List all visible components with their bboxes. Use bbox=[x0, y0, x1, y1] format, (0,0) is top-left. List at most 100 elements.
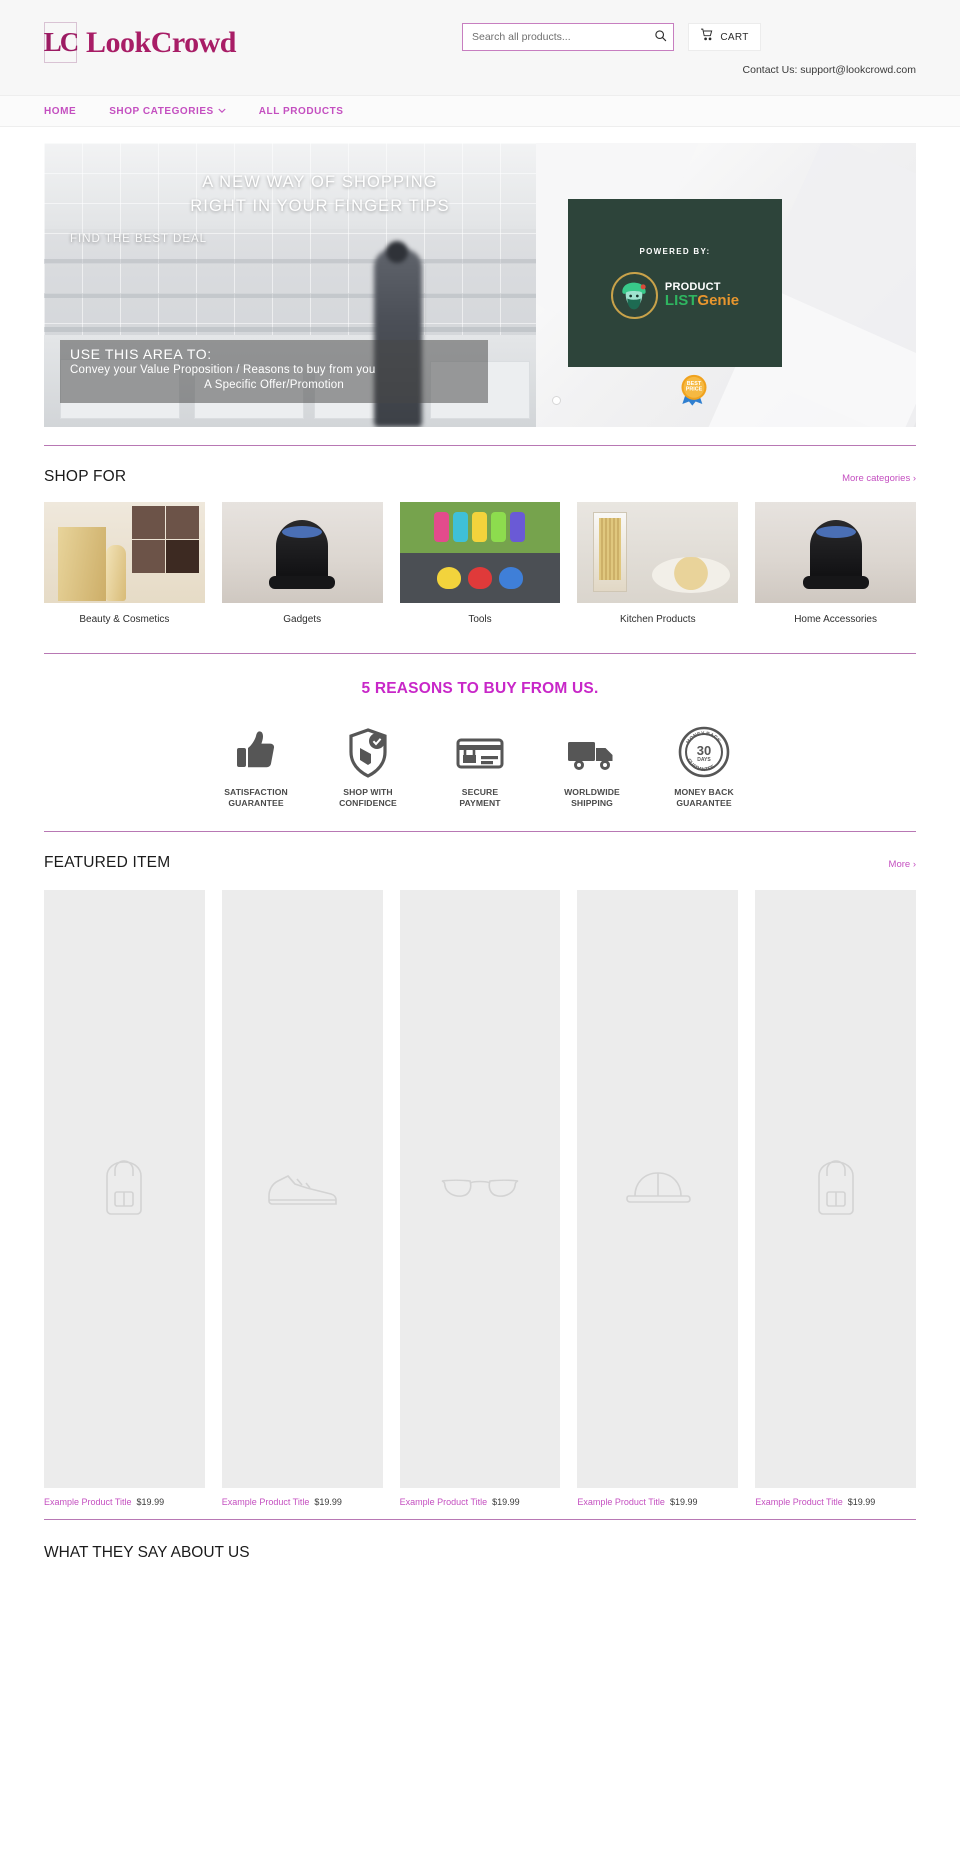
shield-check-icon bbox=[325, 722, 411, 778]
powered-by-card: POWERED BY: PRODUCT LISTGenie bbox=[568, 199, 782, 367]
trust-badges: SATISFACTION GUARANTEE SHOP WITH CONFIDENC… bbox=[44, 722, 916, 809]
best-price-badge-icon: BEST PRICE bbox=[674, 369, 714, 409]
product-card[interactable]: Example Product Title $19.99 bbox=[755, 890, 916, 1507]
chevron-down-icon bbox=[218, 107, 226, 116]
shelf-line bbox=[44, 293, 536, 298]
badge-label: SATISFACTION GUARANTEE bbox=[224, 787, 288, 808]
product-title: Example Product Title bbox=[577, 1497, 665, 1507]
search-button[interactable] bbox=[647, 24, 673, 50]
category-card-gadgets[interactable]: Gadgets bbox=[221, 502, 383, 625]
cap-icon bbox=[623, 1164, 693, 1215]
thumbs-up-icon bbox=[213, 722, 299, 778]
category-label: Kitchen Products bbox=[619, 614, 696, 625]
divider bbox=[44, 653, 916, 654]
badge-label: WORLDWIDE SHIPPING bbox=[564, 787, 620, 808]
product-image-placeholder bbox=[44, 890, 205, 1488]
glasses-icon bbox=[438, 1169, 522, 1210]
tools-product-art bbox=[399, 502, 561, 603]
svg-text:DAYS: DAYS bbox=[697, 757, 711, 763]
trust-badge-satisfaction-guarantee: SATISFACTION GUARANTEE bbox=[213, 722, 299, 809]
trust-badge-money-back-guarantee: MONEY BACK 30 DAYS GUARANTEE MONEY BACK G… bbox=[661, 722, 747, 809]
genie-logo-icon bbox=[610, 272, 658, 319]
product-card[interactable]: Example Product Title $19.99 bbox=[44, 890, 205, 1507]
more-categories-link[interactable]: More categories › bbox=[842, 473, 916, 484]
divider bbox=[44, 1519, 916, 1520]
logo[interactable]: LC LookCrowd bbox=[44, 22, 236, 63]
category-grid: Beauty & Cosmetics Gadgets Tools Kitchen… bbox=[44, 502, 916, 625]
nav-label: ALL PRODUCTS bbox=[258, 105, 344, 117]
main-navigation: HOME SHOP CATEGORIES ALL PRODUCTS bbox=[0, 96, 960, 127]
svg-text:PRICE: PRICE bbox=[686, 387, 703, 393]
product-image-placeholder bbox=[221, 890, 383, 1488]
powered-by-label: POWERED BY: bbox=[639, 247, 711, 256]
category-image bbox=[44, 502, 205, 603]
product-card[interactable]: Example Product Title $19.99 bbox=[221, 890, 383, 1507]
money-back-seal-icon: MONEY BACK 30 DAYS GUARANTEE bbox=[661, 722, 747, 778]
trust-badge-shop-with-confidence: SHOP WITH CONFIDENCE bbox=[325, 722, 411, 809]
more-featured-link[interactable]: More › bbox=[889, 859, 916, 870]
divider bbox=[44, 831, 916, 832]
product-meta: Example Product Title $19.99 bbox=[44, 1497, 205, 1507]
category-image bbox=[399, 502, 561, 603]
hero-banner[interactable]: A NEW WAY OF SHOPPING RIGHT IN YOUR FING… bbox=[44, 143, 916, 427]
category-label: Tools bbox=[468, 614, 492, 625]
search-box[interactable] bbox=[462, 23, 674, 51]
badge-label: MONEY BACK GUARANTEE bbox=[674, 787, 734, 808]
svg-text:30: 30 bbox=[697, 743, 711, 758]
shop-for-header: SHOP FOR More categories › bbox=[44, 468, 916, 486]
product-price: $19.99 bbox=[136, 1497, 165, 1507]
hero-headline-line1: A NEW WAY OF SHOPPING bbox=[202, 173, 438, 191]
category-label: Beauty & Cosmetics bbox=[79, 614, 170, 625]
kitchen-product-art bbox=[577, 502, 739, 603]
hero-value-proposition: USE THIS AREA TO: Convey your Value Prop… bbox=[60, 339, 488, 403]
search-icon bbox=[654, 29, 667, 45]
sneaker-icon bbox=[265, 1162, 339, 1217]
backpack-icon bbox=[805, 1154, 867, 1225]
site-header: LC LookCrowd CART Contact Us: support@lo… bbox=[0, 0, 960, 96]
category-card-home-accessories[interactable]: Home Accessories bbox=[755, 502, 916, 625]
badge-label: SECURE PAYMENT bbox=[459, 787, 501, 808]
product-card[interactable]: Example Product Title $19.99 bbox=[399, 890, 561, 1507]
featured-title: FEATURED ITEM bbox=[44, 854, 171, 871]
logo-monogram: LC bbox=[44, 22, 79, 63]
category-label: Gadgets bbox=[283, 614, 322, 625]
product-meta: Example Product Title $19.99 bbox=[400, 1497, 561, 1507]
cart-icon bbox=[700, 28, 714, 46]
nav-item-home[interactable]: HOME bbox=[44, 106, 76, 117]
reasons-section: 5 REASONS TO BUY FROM US. SATISFACTION GU… bbox=[44, 680, 916, 809]
hero-cta-line1: USE THIS AREA TO: bbox=[70, 345, 212, 362]
contact-info: Contact Us: support@lookcrowd.com bbox=[742, 64, 916, 76]
nav-item-all-products[interactable]: ALL PRODUCTS bbox=[259, 106, 344, 117]
category-card-beauty-cosmetics[interactable]: Beauty & Cosmetics bbox=[44, 502, 205, 625]
search-input[interactable] bbox=[463, 24, 647, 50]
category-image bbox=[221, 502, 383, 603]
category-card-kitchen-products[interactable]: Kitchen Products bbox=[577, 502, 739, 625]
hero-cta-line3: A Specific Offer/Promotion bbox=[204, 379, 344, 392]
cart-label: CART bbox=[720, 31, 749, 43]
featured-header: FEATURED ITEM More › bbox=[44, 854, 916, 872]
badge-label: SHOP WITH CONFIDENCE bbox=[339, 787, 397, 808]
product-title: Example Product Title bbox=[755, 1497, 843, 1507]
genie-wordmark: PRODUCT LISTGenie bbox=[665, 282, 739, 309]
category-card-tools[interactable]: Tools bbox=[399, 502, 561, 625]
carousel-dot[interactable] bbox=[552, 396, 561, 405]
product-image-placeholder bbox=[577, 890, 739, 1488]
hero-powered-panel: POWERED BY: PRODUCT LISTGenie BEST PRICE bbox=[536, 143, 916, 427]
shop-for-title: SHOP FOR bbox=[44, 468, 127, 485]
shelf-line bbox=[44, 327, 536, 332]
product-card[interactable]: Example Product Title $19.99 bbox=[577, 890, 739, 1507]
cart-button[interactable]: CART bbox=[688, 23, 761, 51]
product-price: $19.99 bbox=[847, 1497, 876, 1507]
product-title: Example Product Title bbox=[44, 1497, 132, 1507]
secure-card-icon bbox=[437, 722, 523, 778]
nav-label: SHOP CATEGORIES bbox=[109, 105, 214, 117]
hero-cta-line2: Convey your Value Proposition / Reasons … bbox=[70, 363, 376, 376]
beauty-product-art bbox=[44, 502, 205, 603]
product-meta: Example Product Title $19.99 bbox=[222, 1497, 383, 1507]
nav-item-shop-categories[interactable]: SHOP CATEGORIES bbox=[109, 106, 226, 117]
genie-brand: PRODUCT LISTGenie bbox=[610, 272, 739, 319]
hero-headline-line2: RIGHT IN YOUR FINGER TIPS bbox=[190, 196, 450, 215]
hero-subline: FIND THE BEST DEAL bbox=[70, 233, 208, 245]
hero-person-head bbox=[386, 241, 408, 263]
divider bbox=[44, 445, 916, 446]
